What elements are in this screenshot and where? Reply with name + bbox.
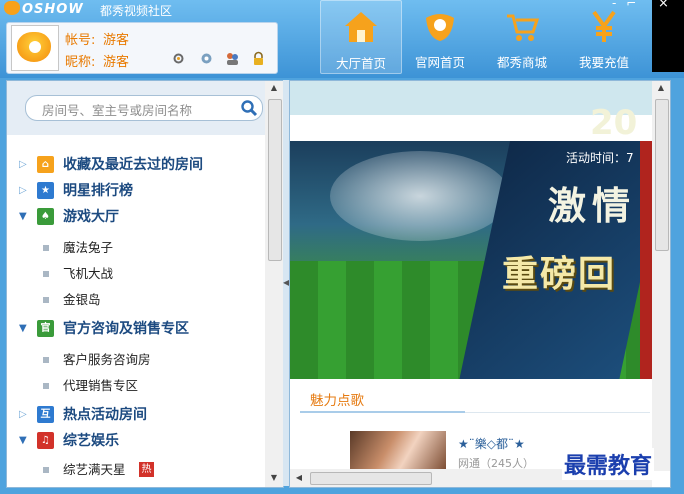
account-value: 游客 [103,33,130,48]
song-thumbnail[interactable] [350,431,446,471]
lock-icon[interactable] [251,51,266,66]
app-title: 都秀视频社区 [100,4,173,18]
content-vertical-scrollbar[interactable]: ▲ [652,81,670,471]
divider [465,412,650,413]
left-scrollbar[interactable]: ▲ ▼ [265,81,283,487]
nav-mall-button[interactable]: 都秀商城 [482,0,562,72]
bullet-icon [43,383,49,389]
search-area: 房间号、室主号或房间名称 [7,81,269,135]
settings-icon[interactable] [171,51,186,66]
banner-year: 20 [590,103,638,143]
hot-badge: 热 [139,462,154,477]
nav-official-button[interactable]: 官网首页 [400,0,480,72]
nav-official-label: 官网首页 [414,55,465,70]
expanded-arrow-icon[interactable]: ▼ [19,317,27,341]
minimize-button[interactable]: - [612,0,616,10]
user-info-panel: 帐号: 游客 昵称: 游客 [6,22,278,74]
search-icon[interactable] [240,99,258,117]
expanded-arrow-icon[interactable]: ▼ [19,205,27,229]
music-icon: ♫ [37,432,54,449]
star-icon: ★ [37,182,54,199]
banner-red-stripe [640,141,652,379]
yen-icon [592,10,616,42]
h-scroll-thumb[interactable] [310,472,432,485]
restore-button[interactable]: ⌐ [626,0,636,10]
collapsed-arrow-icon[interactable]: ▷ [19,403,27,427]
users-icon[interactable] [225,51,240,66]
scroll-left-arrow-icon[interactable]: ◀ [290,471,308,485]
tab-song-request[interactable]: 魅力点歌 [310,389,364,409]
nav-recharge-label: 我要充值 [578,55,629,70]
app-logo: OSHOW [0,0,96,20]
banner-time: 活动时间：7 [566,151,634,165]
room-label: 综艺满天星 [63,462,126,477]
watermark-text: 最需教育 [562,448,655,480]
avatar-image [17,32,51,62]
room-label: 飞机大战 [63,266,114,281]
banner-subheadline: 重磅回 [502,254,617,295]
tree-category-label: 明星排行榜 [63,183,133,199]
room-label: 代理销售专区 [63,378,139,393]
close-button[interactable]: × [658,0,669,11]
tree-category-label: 综艺娱乐 [63,433,119,449]
bullet-icon [43,357,49,363]
game-icon: ♠ [37,208,54,225]
bullet-icon [43,245,49,251]
logo-icon [426,14,454,41]
bullet-icon [43,271,49,277]
room-label: 魔法兔子 [63,240,114,255]
home-icon: ⌂ [37,156,54,173]
nickname-value: 游客 [103,55,130,70]
nav-home-label: 大厅首页 [335,56,386,71]
gear-icon[interactable] [199,51,214,66]
scroll-thumb[interactable] [655,99,669,251]
avatar[interactable] [11,25,59,71]
cart-icon [507,14,540,41]
home-icon [345,12,377,42]
search-placeholder: 房间号、室主号或房间名称 [42,103,193,118]
room-label: 客户服务咨询房 [63,352,151,367]
nav-mall-label: 都秀商城 [496,55,547,70]
nav-home-button[interactable]: 大厅首页 [320,0,402,74]
content-panel: 20 活动时间：7 激情 重磅回 魅力点歌 ★¨樂◇都¨★ 网通（245人） ▲… [289,80,671,488]
tree-category-label: 收藏及最近去过的房间 [63,157,203,173]
room-list-panel: 房间号、室主号或房间名称 ▷ ⌂ 收藏及最近去过的房间 ▷ ★ 明星排行榜 ▼ … [6,80,284,488]
expanded-arrow-icon[interactable]: ▼ [19,429,27,453]
banner-light [330,151,510,241]
nav-recharge-button[interactable]: 我要充值 [564,0,644,72]
room-label: 金银岛 [63,292,101,307]
bullet-icon [43,467,49,473]
song-room-title[interactable]: ★¨樂◇都¨★ [458,435,525,452]
tree-category-label: 热点活动房间 [63,407,147,423]
title-bar: OSHOW 都秀视频社区 帐号: 游客 昵称: 游客 大厅首页 官网首页 都秀商… [0,0,684,78]
scroll-up-arrow-icon[interactable]: ▲ [265,81,283,95]
banner-headline: 激情 [548,184,637,228]
tree-category-label: 游戏大厅 [63,209,119,225]
bullet-icon [43,297,49,303]
account-label: 帐号: [65,33,96,48]
scroll-up-arrow-icon[interactable]: ▲ [652,81,670,95]
collapsed-arrow-icon[interactable]: ▷ [19,153,27,177]
tree-category-label: 官方咨询及销售专区 [63,321,189,337]
logo-text: OSHOW [22,2,84,17]
overlay-panel: × [652,0,684,72]
tab-underline [300,411,465,413]
scroll-thumb[interactable] [268,99,282,261]
window-controls: - ⌐ [612,0,636,10]
nickname-label: 昵称: [65,55,96,70]
official-icon: 官 [37,320,54,337]
collapsed-arrow-icon[interactable]: ▷ [19,179,27,203]
search-input[interactable]: 房间号、室主号或房间名称 [25,95,263,121]
event-icon: 互 [37,406,54,423]
scroll-down-arrow-icon[interactable]: ▼ [265,471,283,485]
